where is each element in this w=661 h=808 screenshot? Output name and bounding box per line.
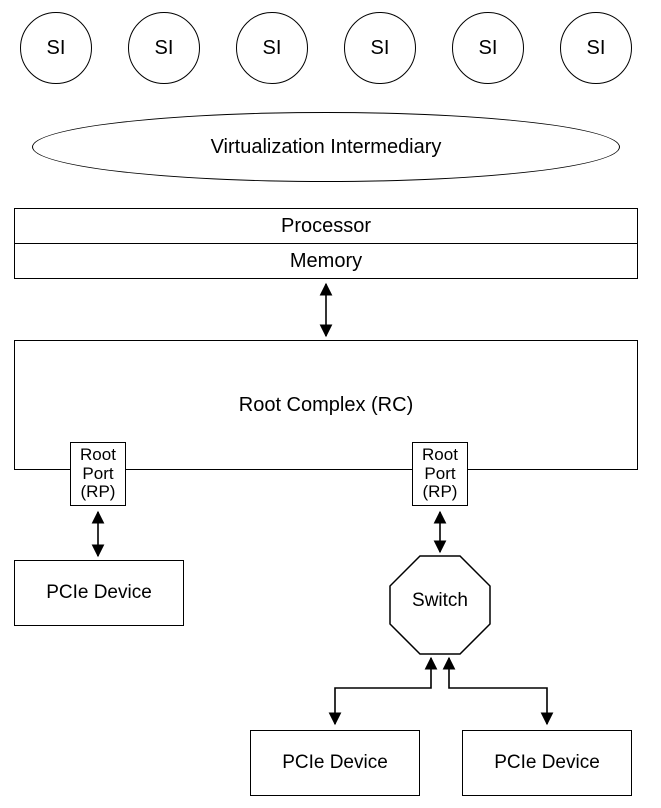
processor-label: Processor xyxy=(281,215,371,238)
memory-label: Memory xyxy=(290,250,362,273)
virtualization-intermediary-ellipse: Virtualization Intermediary xyxy=(32,112,620,182)
si-circle-2: SI xyxy=(128,12,200,84)
root-port-left-line3: (RP) xyxy=(81,483,116,502)
root-port-right-line2: Port xyxy=(424,465,455,484)
root-port-left-line1: Root xyxy=(80,446,116,465)
pcie-device-bottom-right-label: PCIe Device xyxy=(494,752,600,774)
si-label: SI xyxy=(263,37,282,60)
virtualization-intermediary-label: Virtualization Intermediary xyxy=(211,136,442,159)
root-port-left-line2: Port xyxy=(82,465,113,484)
switch-label: Switch xyxy=(412,590,468,611)
root-port-right: Root Port (RP) xyxy=(412,442,468,506)
switch-label-container: Switch xyxy=(390,590,490,612)
si-circle-4: SI xyxy=(344,12,416,84)
si-circle-6: SI xyxy=(560,12,632,84)
pcie-device-bottom-left: PCIe Device xyxy=(250,730,420,796)
si-label: SI xyxy=(47,37,66,60)
root-port-right-line3: (RP) xyxy=(423,483,458,502)
arrow-switch-to-pcie-bl xyxy=(335,658,431,724)
pcie-device-bottom-left-label: PCIe Device xyxy=(282,752,388,774)
root-port-right-line1: Root xyxy=(422,446,458,465)
si-label: SI xyxy=(155,37,174,60)
root-port-left: Root Port (RP) xyxy=(70,442,126,506)
si-circle-5: SI xyxy=(452,12,524,84)
processor-row: Processor xyxy=(15,209,637,244)
si-circle-1: SI xyxy=(20,12,92,84)
memory-row: Memory xyxy=(15,244,637,278)
arrow-switch-to-pcie-br xyxy=(449,658,547,724)
cpu-memory-block: Processor Memory xyxy=(14,208,638,279)
pcie-device-left-label: PCIe Device xyxy=(46,582,152,604)
pcie-device-left: PCIe Device xyxy=(14,560,184,626)
si-label: SI xyxy=(479,37,498,60)
root-complex-label: Root Complex (RC) xyxy=(239,394,413,417)
si-label: SI xyxy=(371,37,390,60)
si-label: SI xyxy=(587,37,606,60)
pcie-device-bottom-right: PCIe Device xyxy=(462,730,632,796)
si-circle-3: SI xyxy=(236,12,308,84)
